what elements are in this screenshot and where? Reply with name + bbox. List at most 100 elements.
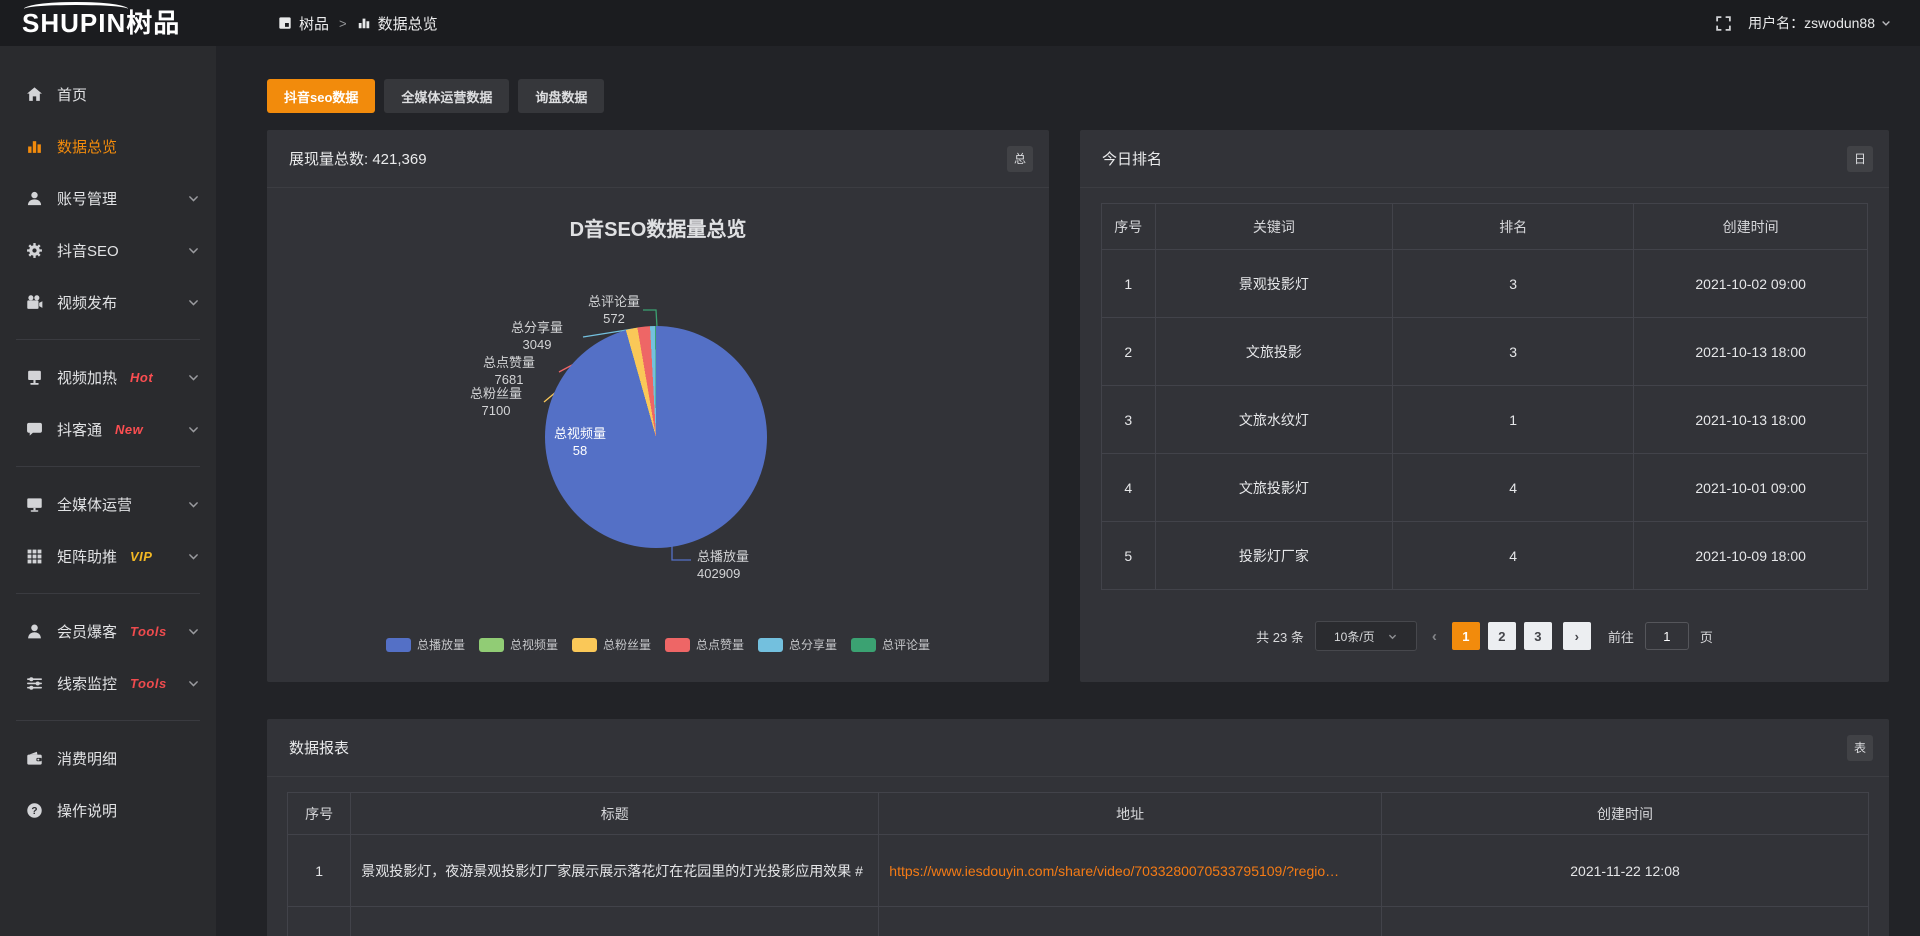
ranking-column-header: 排名 xyxy=(1393,204,1634,250)
user-menu[interactable]: 用户名：zswodun88 xyxy=(1748,13,1892,33)
report-table-header-row: 序号标题地址创建时间 xyxy=(288,793,1869,835)
ranking-table-cell: 4 xyxy=(1102,454,1156,522)
breadcrumb-separator: > xyxy=(339,16,347,31)
legend-label: 总分享量 xyxy=(789,636,837,653)
breadcrumb: 树品 > 数据总览 xyxy=(278,13,438,34)
pagination-pages: 123 xyxy=(1452,622,1552,650)
sidebar-menu: 首页数据总览账号管理抖音SEO 视频发布视频加热Hot 抖客通 New 全媒体运营矩阵助… xyxy=(0,68,216,836)
legend-label: 总视频量 xyxy=(510,636,558,653)
tab-2[interactable]: 询盘数据 xyxy=(518,79,604,113)
legend-item[interactable]: 总分享量 xyxy=(758,636,837,653)
ranking-column-header: 关键词 xyxy=(1155,204,1392,250)
report-panel-badge-table[interactable]: 表 xyxy=(1847,735,1873,761)
sidebar-item-publish[interactable]: 视频发布 xyxy=(0,276,216,328)
sidebar-item-account[interactable]: 账号管理 xyxy=(0,172,216,224)
sidebar-item-label: 账号管理 xyxy=(57,188,117,209)
legend-swatch xyxy=(758,638,783,652)
username-label: 用户名：zswodun88 xyxy=(1748,13,1875,33)
pagination: 共 23 条 10条/页 ‹ 123 › 前往 页 xyxy=(1101,621,1868,651)
legend-item[interactable]: 总点赞量 xyxy=(665,636,744,653)
svg-text:?: ? xyxy=(31,805,37,816)
tab-0[interactable]: 抖音seo数据 xyxy=(267,79,375,113)
chart-legend: 总播放量 总视频量总粉丝量 总点赞量 总分享量 总评论量 xyxy=(267,636,1049,653)
chevron-down-icon xyxy=(187,550,200,563)
pagination-goto-unit: 页 xyxy=(1700,627,1713,646)
impressions-total-label: 展现量总数: 421,369 xyxy=(289,148,427,169)
ranking-table-cell: 文旅投影 xyxy=(1155,318,1392,386)
chart-panel-header: 展现量总数: 421,369 总 xyxy=(267,130,1049,188)
pagination-page-3[interactable]: 3 xyxy=(1524,622,1552,650)
ranking-column-header: 序号 xyxy=(1102,204,1156,250)
ranking-table-row: 5投影灯厂家42021-10-09 18:00 xyxy=(1102,522,1868,590)
chart-panel: 展现量总数: 421,369 总 D音SEO数据量总览 总评论量572 总分 xyxy=(267,130,1049,682)
sidebar-item-media[interactable]: 全媒体运营 xyxy=(0,478,216,530)
sidebar-item-label: 操作说明 xyxy=(57,800,117,821)
report-table-body: 1景观投影灯，夜游景观投影灯厂家展示展示落花灯在花园里的灯光投影应用效果 #ht… xyxy=(288,835,1869,936)
legend-label: 总点赞量 xyxy=(696,636,744,653)
ranking-table-cell: 2021-10-02 09:00 xyxy=(1634,250,1868,318)
pagination-page-1[interactable]: 1 xyxy=(1452,622,1480,650)
sidebar-item-label: 消费明细 xyxy=(57,748,117,769)
sidebar-item-seo[interactable]: 抖音SEO xyxy=(0,224,216,276)
question-icon: ? xyxy=(26,802,43,819)
sidebar-item-help[interactable]: ? 操作说明 xyxy=(0,784,216,836)
legend-swatch xyxy=(572,638,597,652)
wallet-icon xyxy=(26,750,43,767)
pagination-goto-label: 前往 xyxy=(1608,627,1634,646)
chevron-down-icon xyxy=(187,423,200,436)
ranking-table-cell: 4 xyxy=(1393,454,1634,522)
sidebar-item-label: 全媒体运营 xyxy=(57,494,132,515)
sidebar-item-badge: VIP xyxy=(130,549,152,564)
pie-chart: D音SEO数据量总览 总评论量572 总分享量3049 总点赞量7681 xyxy=(267,188,1049,681)
legend-item[interactable]: 总播放量 xyxy=(386,636,465,653)
sidebar-item-matrix[interactable]: 矩阵助推 VIP xyxy=(0,530,216,582)
report-column-header: 序号 xyxy=(288,793,351,835)
ranking-table-cell: 4 xyxy=(1393,522,1634,590)
ranking-table-cell: 5 xyxy=(1102,522,1156,590)
app-logo[interactable]: SHUPIN树品 xyxy=(0,10,216,36)
sidebar-item-member[interactable]: 会员爆客Tools xyxy=(0,605,216,657)
legend-item[interactable]: 总视频量 xyxy=(479,636,558,653)
sidebar: 首页数据总览账号管理抖音SEO 视频发布视频加热Hot 抖客通 New 全媒体运营矩阵助… xyxy=(0,46,216,936)
ranking-panel-badge-day[interactable]: 日 xyxy=(1847,146,1873,172)
legend-item[interactable]: 总粉丝量 xyxy=(572,636,651,653)
breadcrumb-root[interactable]: 树品 xyxy=(299,13,329,34)
sidebar-item-label: 线索监控 xyxy=(57,673,117,694)
sidebar-item-douketong[interactable]: 抖客通 New xyxy=(0,403,216,455)
pagination-page-2[interactable]: 2 xyxy=(1488,622,1516,650)
fullscreen-icon[interactable] xyxy=(1715,15,1732,32)
sidebar-item-clue[interactable]: 线索监控Tools xyxy=(0,657,216,709)
sidebar-item-label: 抖客通 xyxy=(57,419,102,440)
sidebar-item-overview[interactable]: 数据总览 xyxy=(0,120,216,172)
sidebar-item-label: 视频发布 xyxy=(57,292,117,313)
sidebar-item-label: 数据总览 xyxy=(57,136,117,157)
legend-label: 总评论量 xyxy=(882,636,930,653)
report-column-header: 创建时间 xyxy=(1382,793,1869,835)
report-column-header: 地址 xyxy=(879,793,1382,835)
report-url-link[interactable]: https://www.iesdouyin.com/share/video/70… xyxy=(889,863,1339,879)
legend-item[interactable]: 总评论量 xyxy=(851,636,930,653)
chart-panel-badge-total[interactable]: 总 xyxy=(1007,146,1033,172)
pagination-prev-button[interactable]: ‹ xyxy=(1428,628,1441,645)
ranking-panel-title: 今日排名 xyxy=(1102,148,1162,169)
sidebar-item-home[interactable]: 首页 xyxy=(0,68,216,120)
pagination-goto-input[interactable] xyxy=(1645,622,1689,650)
page-size-select[interactable]: 10条/页 xyxy=(1315,621,1417,651)
pagination-total: 共 23 条 xyxy=(1256,627,1304,646)
sidebar-item-consume[interactable]: 消费明细 xyxy=(0,732,216,784)
pagination-next-button[interactable]: › xyxy=(1563,622,1591,650)
ranking-panel: 今日排名 日 序号关键词排名创建时间 1景观投影灯32021-10-02 09:… xyxy=(1080,130,1889,682)
sidebar-item-label: 矩阵助推 xyxy=(57,546,117,567)
top-header: SHUPIN树品 树品 > 数据总览 用户名：zswodun88 xyxy=(0,0,1920,46)
pie-label-shares: 总分享量3049 xyxy=(493,319,581,353)
ranking-table-row: 1景观投影灯32021-10-02 09:00 xyxy=(1102,250,1868,318)
gear-icon xyxy=(26,242,43,259)
sidebar-item-heat[interactable]: 视频加热Hot xyxy=(0,351,216,403)
sidebar-item-badge: New xyxy=(115,422,143,437)
page: SHUPIN树品 树品 > 数据总览 用户名：zswodun88 xyxy=(0,0,1920,936)
report-panel: 数据报表 表 序号标题地址创建时间 1景观投影灯，夜游景观投影灯厂家展示展示落花… xyxy=(267,719,1889,936)
video-icon xyxy=(26,294,43,311)
legend-swatch xyxy=(665,638,690,652)
ranking-table-cell: 2021-10-09 18:00 xyxy=(1634,522,1868,590)
tab-1[interactable]: 全媒体运营数据 xyxy=(384,79,509,113)
